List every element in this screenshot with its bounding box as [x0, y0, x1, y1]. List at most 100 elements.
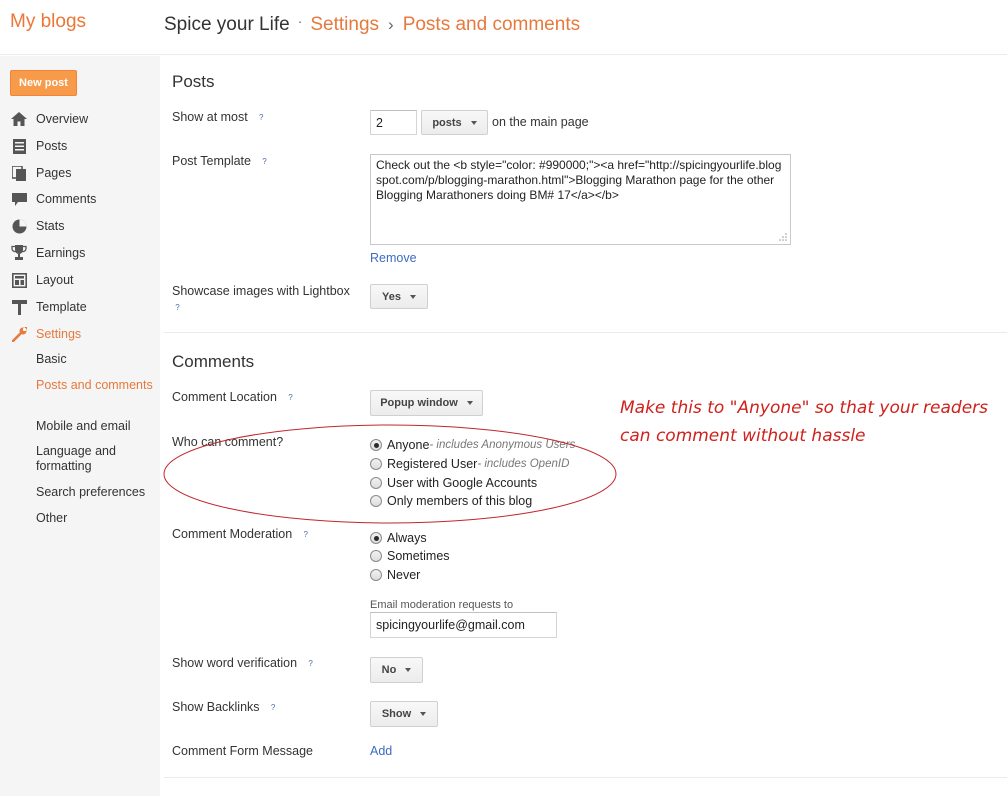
comment-location-label: Comment Location?	[172, 390, 296, 404]
sidebar-subitem-language-and-formatting[interactable]: Language and formatting	[36, 444, 156, 474]
sidebar-item-comments[interactable]: Comments	[10, 190, 96, 208]
help-icon[interactable]: ?	[268, 702, 279, 713]
home-icon	[10, 111, 28, 127]
show-at-most-input[interactable]: 2	[370, 110, 417, 135]
breadcrumb-chevron: ›	[388, 15, 394, 34]
radio-button[interactable]	[370, 569, 382, 581]
backlinks-text: Show Backlinks	[172, 700, 260, 714]
sidebar-subitem-basic[interactable]: Basic	[36, 352, 156, 367]
option-label: Always	[387, 531, 427, 545]
help-icon[interactable]: ?	[300, 529, 311, 540]
sidebar-item-label: Posts	[36, 139, 68, 153]
dropdown-value: Show	[381, 708, 412, 720]
comments-icon	[10, 191, 28, 207]
sidebar-item-label: Stats	[36, 219, 65, 233]
blog-name-link[interactable]: Spice your Life	[164, 14, 290, 35]
breadcrumb-current-page: Posts and comments	[402, 14, 581, 35]
backlinks-label: Show Backlinks?	[172, 700, 279, 714]
comment-location-text: Comment Location	[172, 390, 277, 404]
sidebar-item-template[interactable]: Template	[10, 298, 87, 316]
posts-icon	[10, 138, 28, 154]
post-template-value: Check out the <b style="color: #990000;"…	[376, 158, 782, 202]
moderation-email-input[interactable]: spicingyourlife@gmail.com	[370, 612, 557, 638]
chevron-down-icon	[405, 668, 412, 672]
sidebar-item-pages[interactable]: Pages	[10, 164, 71, 182]
resize-handle-icon[interactable]	[779, 233, 787, 241]
sidebar-item-label: Layout	[36, 273, 74, 287]
radio-button[interactable]	[370, 532, 382, 544]
sidebar-item-settings[interactable]: Settings	[10, 325, 81, 343]
show-at-most-text: Show at most	[172, 110, 248, 124]
post-template-label: Post Template?	[172, 154, 270, 168]
lightbox-label: Showcase images with Lightbox	[172, 284, 350, 298]
moderation-option-sometimes[interactable]: Sometimes	[370, 548, 450, 564]
help-icon[interactable]: ?	[172, 302, 183, 313]
annotation-note: Make this to "Anyone" so that your reade…	[620, 394, 1000, 450]
sidebar-item-layout[interactable]: Layout	[10, 271, 74, 289]
sidebar-item-earnings[interactable]: Earnings	[10, 244, 85, 262]
new-post-button[interactable]: New post	[10, 70, 77, 96]
backlinks-dropdown[interactable]: Show	[370, 701, 438, 727]
section-divider	[164, 332, 1007, 333]
help-icon[interactable]: ?	[285, 392, 296, 403]
dropdown-value: Popup window	[380, 397, 458, 409]
sidebar-subitem-search-preferences[interactable]: Search preferences	[36, 485, 156, 500]
annotation-ellipse	[163, 424, 617, 524]
add-comment-form-message-link[interactable]: Add	[370, 744, 392, 758]
posts-section-title: Posts	[172, 72, 215, 91]
breadcrumb: Spice your Life · Settings › Posts and comme…	[164, 13, 581, 36]
sidebar-item-posts[interactable]: Posts	[10, 137, 67, 155]
option-label: Sometimes	[387, 549, 450, 563]
chevron-down-icon	[409, 294, 416, 299]
sidebar-item-label: Earnings	[36, 246, 86, 260]
on-main-page-text: on the main page	[492, 115, 589, 129]
help-icon[interactable]: ?	[305, 658, 316, 669]
template-icon	[10, 299, 28, 315]
sidebar-subitem-posts-and-comments[interactable]: Posts and comments	[36, 378, 156, 393]
lightbox-help-wrap: ?	[172, 300, 183, 314]
wrench-icon	[10, 326, 28, 342]
chevron-down-icon	[470, 120, 477, 125]
sidebar-item-stats[interactable]: Stats	[10, 217, 65, 235]
radio-button[interactable]	[370, 550, 382, 562]
comments-section-title: Comments	[172, 352, 255, 371]
email-moderation-label: Email moderation requests to	[370, 599, 514, 611]
dropdown-value: Yes	[382, 290, 401, 303]
dropdown-value: posts	[432, 116, 462, 129]
annotation-line: Make this to "Anyone" so that your reade…	[620, 398, 989, 418]
moderation-option-never[interactable]: Never	[370, 567, 420, 583]
word-verification-dropdown[interactable]: No	[370, 657, 423, 683]
help-icon[interactable]: ?	[256, 112, 267, 123]
chevron-down-icon	[466, 401, 473, 405]
dropdown-value: No	[381, 664, 397, 676]
sidebar-item-label: Template	[36, 300, 87, 314]
breadcrumb-dot: ·	[297, 13, 303, 29]
comment-form-message-label: Comment Form Message	[172, 744, 314, 758]
breadcrumb-settings[interactable]: Settings	[310, 14, 379, 35]
moderation-option-always[interactable]: Always	[370, 530, 427, 546]
remove-template-link[interactable]: Remove	[370, 251, 417, 265]
section-divider	[164, 777, 1007, 778]
posts-unit-dropdown[interactable]: posts	[421, 110, 488, 135]
annotation-line: can comment without hassle	[620, 426, 866, 446]
sidebar-subitem-mobile-and-email[interactable]: Mobile and email	[36, 419, 156, 434]
sidebar-item-overview[interactable]: Overview	[10, 110, 88, 128]
post-template-text: Post Template	[172, 154, 251, 168]
chevron-down-icon	[420, 712, 427, 716]
lightbox-dropdown[interactable]: Yes	[370, 284, 428, 309]
comment-moderation-text: Comment Moderation	[172, 527, 293, 541]
trophy-icon	[10, 245, 28, 261]
stats-icon	[10, 218, 28, 234]
comment-location-dropdown[interactable]: Popup window	[370, 390, 483, 416]
sidebar-subitem-other[interactable]: Other	[36, 511, 156, 526]
my-blogs-link[interactable]: My blogs	[10, 11, 86, 33]
comment-moderation-label: Comment Moderation?	[172, 527, 311, 541]
help-icon[interactable]: ?	[259, 156, 270, 167]
word-verification-text: Show word verification	[172, 656, 298, 670]
sidebar-item-label: Pages	[36, 166, 72, 180]
post-template-textarea[interactable]: Check out the <b style="color: #990000;"…	[370, 154, 791, 245]
sidebar-item-label: Settings	[36, 327, 82, 341]
option-label: Never	[387, 568, 421, 582]
show-at-most-label: Show at most?	[172, 110, 267, 124]
pages-icon	[10, 165, 28, 181]
